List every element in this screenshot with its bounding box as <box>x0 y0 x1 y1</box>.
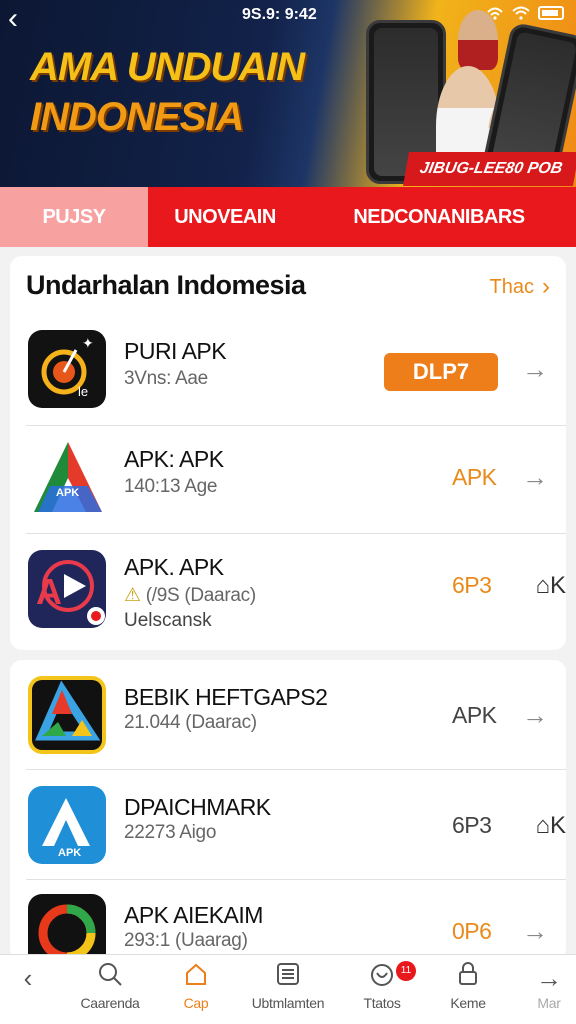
nav-item-mar[interactable]: → Mar <box>526 955 572 1024</box>
nav-label: Keme <box>450 995 486 1011</box>
app-name: DPAICHMARK <box>124 794 271 820</box>
wifi-icon <box>512 6 530 20</box>
nav-item-ttatos[interactable]: 11 Ttatos <box>354 955 416 1024</box>
status-icons <box>486 6 564 20</box>
svg-text:le: le <box>78 384 88 399</box>
see-more-label: Thac <box>489 275 534 298</box>
banner-title: AMA UNDUAIN INDONESIA <box>30 42 350 142</box>
battery-icon <box>538 6 564 20</box>
app-meta: 21.044 (Daarac) <box>124 712 257 733</box>
banner-title-line1: AMA UNDUAIN <box>30 45 305 89</box>
app-action-label[interactable]: APK <box>452 464 497 491</box>
nav-item-cap[interactable]: Cap <box>168 955 224 1024</box>
app-extra: Uelscansk <box>124 610 212 631</box>
list-item[interactable]: A APK. APK ⚠ (/9S (Daarac) Uelscansk 6P3… <box>10 534 566 650</box>
list-item[interactable]: APK APK: APK 140:13 Age APK → <box>10 426 566 534</box>
a-triangle-icon: APK <box>28 438 106 516</box>
tab-nedconanibars[interactable]: NEDCONANIBARS <box>302 187 576 247</box>
svg-text:APK: APK <box>58 847 81 859</box>
nav-label: Mar <box>537 995 561 1011</box>
status-time: 9S.9: 9:42 <box>242 6 317 23</box>
download-button[interactable]: DLP7 <box>384 353 498 391</box>
tab-pujsy[interactable]: PUJSY <box>0 187 148 247</box>
nav-item-ubtmlamten[interactable]: Ubtmlamten <box>246 955 330 1024</box>
list-item[interactable]: BEBIK HEFTGAPS2 21.044 (Daarac) APK → <box>10 660 566 770</box>
bookmark-icon[interactable]: ⌂K <box>535 572 566 600</box>
arrow-right-icon[interactable]: → <box>522 700 548 731</box>
app-meta: 293:1 (Uaarag) <box>124 930 248 951</box>
app-action-label[interactable]: 6P3 <box>452 812 492 839</box>
nav-label: Cap <box>183 995 209 1011</box>
app-meta: 140:13 Age <box>124 476 218 497</box>
chevron-right-icon: › <box>542 273 550 300</box>
back-chevron-icon: ‹ <box>23 963 33 993</box>
delta-icon <box>28 676 106 754</box>
app-action-label[interactable]: 6P3 <box>452 572 492 599</box>
svg-text:✦: ✦ <box>82 335 94 351</box>
app-name: APK. APK <box>124 554 224 580</box>
app-action-label[interactable]: APK <box>452 702 497 729</box>
list-icon <box>246 955 330 995</box>
nav-item-caarenda[interactable]: Caarenda <box>72 955 148 1024</box>
section-header: Undarhalan Indomesia Thac › <box>26 270 550 304</box>
app-name: PURI APK <box>124 338 227 364</box>
banner-title-line2: INDONESIA <box>30 95 244 139</box>
svg-text:A: A <box>36 571 62 612</box>
arrow-right-icon[interactable]: → <box>522 916 548 947</box>
apps-section-card: BEBIK HEFTGAPS2 21.044 (Daarac) APK → AP… <box>10 660 566 960</box>
home-icon <box>168 955 224 995</box>
category-tabs: PUJSY UNOVEAIN NEDCONANIBARS <box>0 187 576 247</box>
svg-text:APK: APK <box>56 487 79 499</box>
a-play-icon: A <box>28 550 106 628</box>
tab-unoveain[interactable]: UNOVEAIN <box>148 187 302 247</box>
ring-icon <box>28 894 106 960</box>
person-illustration <box>458 10 498 70</box>
app-meta: 22273 Aigo <box>124 822 217 843</box>
notification-badge: 11 <box>396 961 416 981</box>
see-more-link[interactable]: Thac › <box>490 273 550 301</box>
lock-icon <box>440 955 496 995</box>
warning-icon: ⚠ <box>124 585 141 606</box>
a-apk-icon: APK <box>28 786 106 864</box>
nav-label: Ttatos <box>363 995 401 1011</box>
nav-label: Caarenda <box>80 995 140 1011</box>
nav-label: Ubtmlamten <box>251 995 325 1011</box>
promo-banner[interactable]: ‹ 9S.9: 9:42 AMA UNDUAIN INDONESIA JIBUG… <box>0 0 576 187</box>
forward-arrow-icon: → <box>536 963 562 993</box>
list-item[interactable]: le ✦ PURI APK 3Vns: Aae DLP7 → <box>10 318 566 426</box>
target-timer-icon: le ✦ <box>28 330 106 408</box>
app-action-label[interactable]: 0P6 <box>452 918 492 945</box>
back-icon[interactable]: ‹ <box>8 4 34 34</box>
nav-back[interactable]: ‹ <box>6 955 50 1024</box>
app-meta: 3Vns: Aae <box>124 368 208 389</box>
banner-tag: JIBUG-LEE80 POB <box>403 152 576 186</box>
search-icon <box>72 955 148 995</box>
arrow-right-icon[interactable]: → <box>522 462 548 493</box>
bottom-navigation: ‹ Caarenda Cap Ubtmlamten 11 Ttatos Keme… <box>0 954 576 1024</box>
nav-item-keme[interactable]: Keme <box>440 955 496 1024</box>
list-item[interactable]: APK AIEKAIM 293:1 (Uaarag) 0P6 → <box>10 880 566 960</box>
app-name: BEBIK HEFTGAPS2 <box>124 684 328 710</box>
bookmark-icon[interactable]: ⌂K <box>535 812 566 840</box>
list-item[interactable]: APK DPAICHMARK 22273 Aigo 6P3 ⌂K <box>10 770 566 880</box>
app-name: APK: APK <box>124 446 224 472</box>
app-meta: ⚠ (/9S (Daarac) <box>124 585 256 606</box>
arrow-right-icon[interactable]: → <box>522 354 548 385</box>
apps-section-card: Undarhalan Indomesia Thac › le ✦ PURI AP… <box>10 256 566 650</box>
app-name: APK AIEKAIM <box>124 902 263 928</box>
section-title: Undarhalan Indomesia <box>26 270 306 300</box>
